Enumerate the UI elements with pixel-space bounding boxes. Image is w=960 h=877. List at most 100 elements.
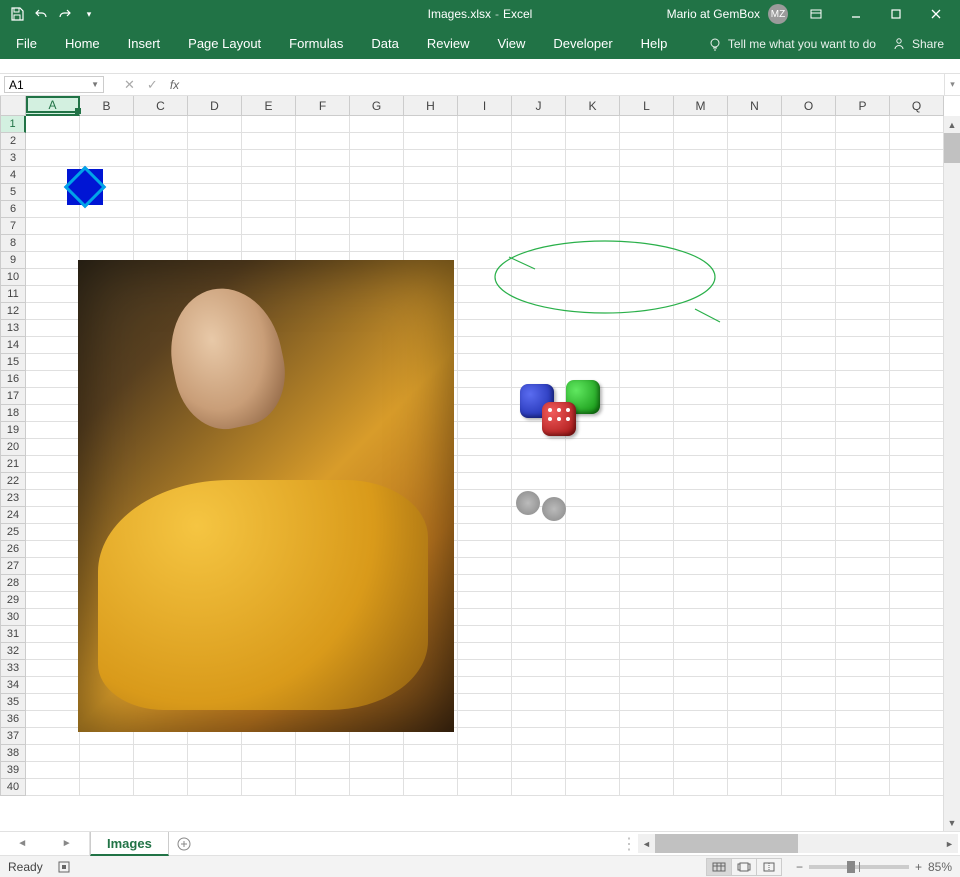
cell[interactable]	[404, 150, 458, 167]
cell[interactable]	[512, 150, 566, 167]
column-header[interactable]: C	[134, 96, 188, 116]
cell[interactable]	[188, 167, 242, 184]
cell[interactable]	[890, 694, 944, 711]
cell[interactable]	[782, 388, 836, 405]
enter-icon[interactable]: ✓	[147, 77, 158, 93]
cell[interactable]	[512, 456, 566, 473]
cell[interactable]	[620, 167, 674, 184]
cell[interactable]	[728, 422, 782, 439]
cell[interactable]	[836, 745, 890, 762]
cell[interactable]	[458, 422, 512, 439]
cell[interactable]	[620, 405, 674, 422]
cell[interactable]	[728, 592, 782, 609]
tab-data[interactable]: Data	[371, 36, 398, 51]
cell[interactable]	[458, 456, 512, 473]
tab-split-grip-icon[interactable]: ⋮	[620, 832, 638, 855]
cell[interactable]	[350, 779, 404, 796]
cell[interactable]	[782, 167, 836, 184]
cell[interactable]	[890, 524, 944, 541]
column-header[interactable]: E	[242, 96, 296, 116]
cell[interactable]	[566, 354, 620, 371]
cell[interactable]	[782, 337, 836, 354]
cell[interactable]	[836, 405, 890, 422]
cell[interactable]	[566, 541, 620, 558]
cell[interactable]	[404, 184, 458, 201]
cell[interactable]	[890, 507, 944, 524]
cell[interactable]	[674, 558, 728, 575]
cell[interactable]	[782, 779, 836, 796]
row-header[interactable]: 2	[0, 133, 26, 150]
cell[interactable]	[728, 626, 782, 643]
cell[interactable]	[242, 235, 296, 252]
cell[interactable]	[890, 592, 944, 609]
cell[interactable]	[26, 779, 80, 796]
cell[interactable]	[458, 201, 512, 218]
cell[interactable]	[566, 745, 620, 762]
cell[interactable]	[890, 762, 944, 779]
tab-nav-next-icon[interactable]: ►	[59, 838, 75, 849]
cell[interactable]	[728, 541, 782, 558]
cell[interactable]	[620, 388, 674, 405]
cell[interactable]	[836, 728, 890, 745]
cell[interactable]	[836, 422, 890, 439]
column-header[interactable]: K	[566, 96, 620, 116]
cell[interactable]	[836, 218, 890, 235]
cell[interactable]	[296, 133, 350, 150]
row-header[interactable]: 5	[0, 184, 26, 201]
cell[interactable]	[620, 337, 674, 354]
row-header[interactable]: 15	[0, 354, 26, 371]
cell[interactable]	[296, 779, 350, 796]
cell[interactable]	[782, 473, 836, 490]
cell[interactable]	[26, 371, 80, 388]
cell[interactable]	[134, 762, 188, 779]
undo-icon[interactable]	[32, 5, 50, 23]
cell[interactable]	[782, 286, 836, 303]
tab-developer[interactable]: Developer	[553, 36, 612, 51]
share-button[interactable]: Share	[892, 37, 944, 51]
cell[interactable]	[836, 677, 890, 694]
row-header[interactable]: 39	[0, 762, 26, 779]
column-header[interactable]: H	[404, 96, 458, 116]
cell[interactable]	[674, 150, 728, 167]
cell[interactable]	[620, 779, 674, 796]
cell[interactable]	[458, 575, 512, 592]
cell[interactable]	[242, 150, 296, 167]
cell[interactable]	[26, 218, 80, 235]
name-box[interactable]: A1 ▼	[4, 76, 104, 93]
cell[interactable]	[404, 201, 458, 218]
cell[interactable]	[728, 643, 782, 660]
cell[interactable]	[782, 269, 836, 286]
cell[interactable]	[512, 694, 566, 711]
cell[interactable]	[782, 643, 836, 660]
cell[interactable]	[620, 524, 674, 541]
row-header[interactable]: 16	[0, 371, 26, 388]
cell[interactable]	[188, 762, 242, 779]
cell[interactable]	[674, 473, 728, 490]
row-header[interactable]: 10	[0, 269, 26, 286]
cell[interactable]	[890, 337, 944, 354]
cell[interactable]	[188, 201, 242, 218]
cell[interactable]	[404, 762, 458, 779]
cell[interactable]	[296, 218, 350, 235]
cell[interactable]	[836, 388, 890, 405]
cell[interactable]	[782, 116, 836, 133]
cell[interactable]	[80, 235, 134, 252]
cell[interactable]	[458, 643, 512, 660]
cell[interactable]	[26, 439, 80, 456]
cell[interactable]	[458, 745, 512, 762]
cell[interactable]	[836, 439, 890, 456]
cell[interactable]	[26, 745, 80, 762]
cell[interactable]	[836, 201, 890, 218]
cell[interactable]	[836, 507, 890, 524]
user-avatar[interactable]: MZ	[768, 4, 788, 24]
row-header[interactable]: 33	[0, 660, 26, 677]
cell[interactable]	[620, 133, 674, 150]
cell[interactable]	[458, 388, 512, 405]
cell[interactable]	[26, 252, 80, 269]
cell[interactable]	[188, 150, 242, 167]
cell[interactable]	[566, 694, 620, 711]
cell[interactable]	[242, 167, 296, 184]
cell[interactable]	[782, 218, 836, 235]
cell[interactable]	[458, 354, 512, 371]
cell[interactable]	[836, 490, 890, 507]
